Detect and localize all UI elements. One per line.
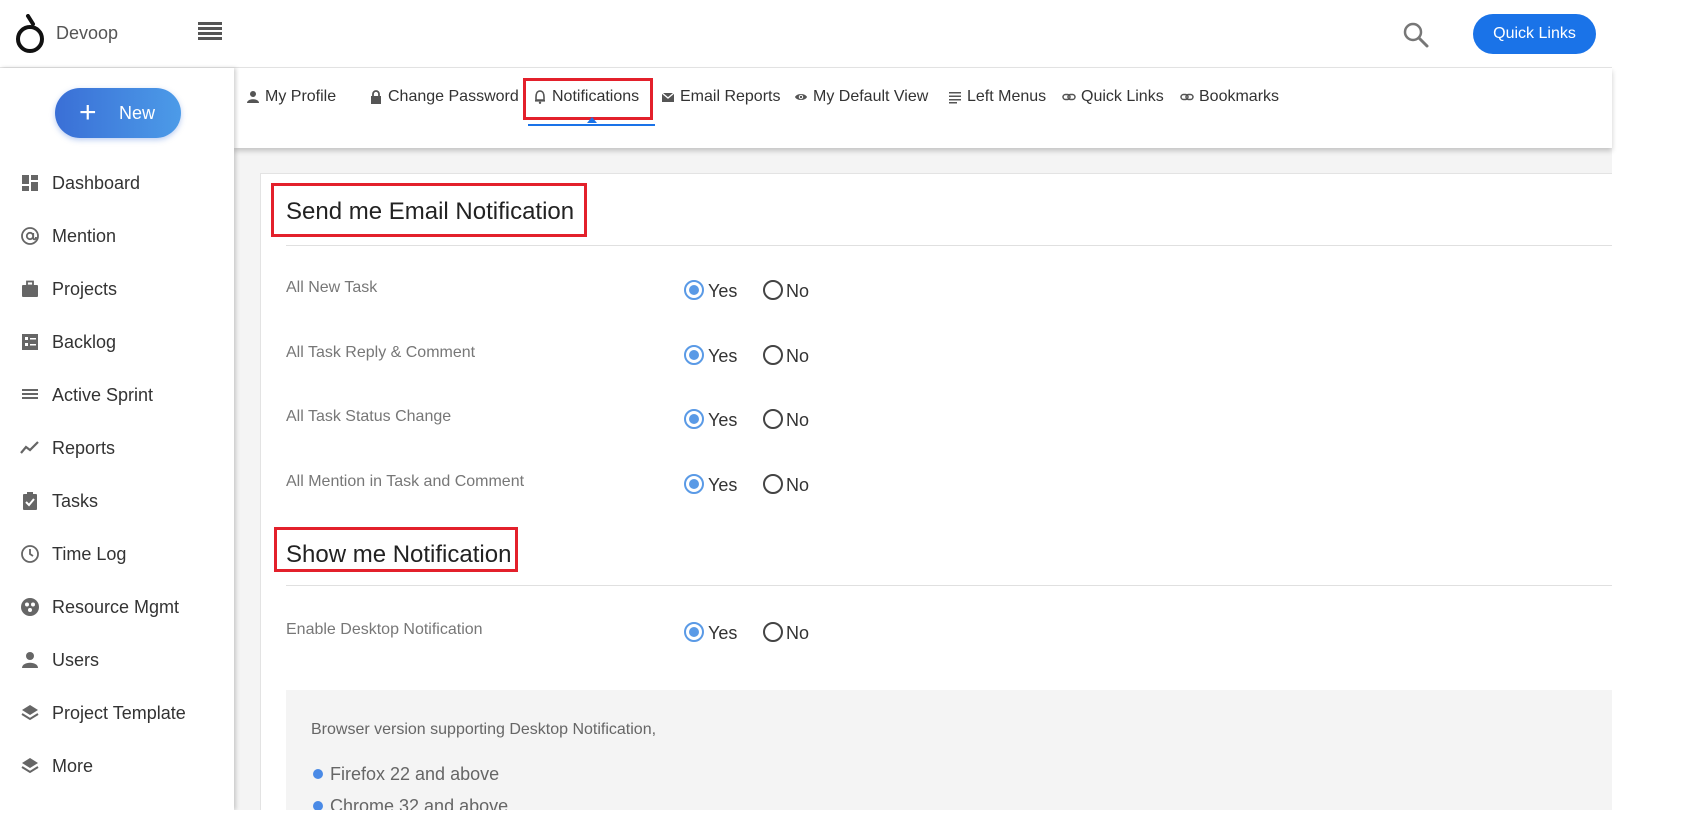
mail-icon [661,92,675,102]
sidebar-item-projects[interactable]: Projects [0,269,234,309]
tab-left-menus[interactable]: Left Menus [948,88,1046,112]
sidebar-item-resource-mgmt[interactable]: Resource Mgmt [0,587,234,627]
desktop-notification-no-radio[interactable] [763,622,783,642]
no-label: No [786,475,810,495]
tab-my-profile[interactable]: My Profile [246,88,336,112]
tab-my-default-view[interactable]: My Default View [794,88,928,112]
layers-icon [21,705,39,721]
lock-icon [371,90,381,104]
clipboard-check-icon [23,492,37,510]
sidebar-item-dashboard[interactable]: Dashboard [0,163,234,203]
dashboard-icon [22,175,38,191]
active-tab-caret-icon [587,117,597,123]
yes-label: Yes [708,346,738,366]
bullet-icon [313,769,323,779]
setting-label: All New Task [286,279,378,296]
yes-label: Yes [708,475,738,495]
tab-bookmarks[interactable]: Bookmarks [1180,88,1279,112]
yes-label: Yes [708,410,738,430]
link-icon [1180,93,1194,101]
no-label: No [786,623,810,643]
backlog-icon [22,334,38,350]
active-tab-highlight [523,78,653,120]
sidebar-item-project-template[interactable]: Project Template [0,693,234,733]
user-icon [22,652,38,668]
person-icon [247,91,259,103]
all-new-task-no-radio[interactable] [763,280,783,300]
tab-change-password[interactable]: Change Password [369,88,519,112]
setting-label: All Mention in Task and Comment [286,473,525,490]
at-icon [21,227,39,245]
clock-icon [21,545,39,563]
email-section-title: Send me Email Notification [286,198,575,225]
sidebar-item-reports[interactable]: Reports [0,428,234,468]
top-bar: Devoop Quick Links [0,0,1612,68]
settings-tab-bar: My Profile Change Password Notifications… [234,68,1612,148]
sprint-icon [22,389,38,399]
devoop-logo-icon [16,14,44,53]
layers-icon [21,758,39,774]
list-icon [949,92,961,104]
active-tab-underline [528,124,655,126]
search-icon[interactable] [1402,21,1430,49]
tab-email-reports[interactable]: Email Reports [661,88,780,112]
email-section-divider [286,245,1612,246]
no-label: No [786,346,810,366]
eye-icon [795,94,807,100]
quick-links-button[interactable]: Quick Links [1473,14,1596,54]
desktop-notification-yes-radio[interactable] [684,622,704,642]
browser-item: Firefox 22 and above [330,764,500,784]
show-section-divider [286,585,1612,586]
briefcase-icon [22,280,38,297]
new-button[interactable]: + New [55,88,181,138]
resource-icon [21,598,39,616]
task-status-change-no-radio[interactable] [763,409,783,429]
setting-label: Enable Desktop Notification [286,621,483,638]
task-reply-comment-yes-radio[interactable] [684,345,704,365]
app-root: Devoop Quick Links My Profile Change Pas… [0,0,1684,820]
sidebar-item-tasks[interactable]: Tasks [0,481,234,521]
yes-label: Yes [708,281,738,301]
app-name: Devoop [56,23,119,43]
sidebar-item-backlog[interactable]: Backlog [0,322,234,362]
sidebar-item-more[interactable]: More [0,746,234,786]
show-section-title: Show me Notification [286,541,512,568]
setting-label: All Task Reply & Comment [286,344,476,361]
plus-icon: + [79,96,97,129]
sidebar-item-time-log[interactable]: Time Log [0,534,234,574]
no-label: No [786,410,810,430]
sidebar-item-users[interactable]: Users [0,640,234,680]
menu-toggle-icon[interactable] [198,22,222,44]
mention-no-radio[interactable] [763,474,783,494]
mention-yes-radio[interactable] [684,474,704,494]
viewport-bottom-edge [0,810,1684,820]
browser-support-title: Browser version supporting Desktop Notif… [311,721,657,738]
sidebar-item-active-sprint[interactable]: Active Sprint [0,375,234,415]
trend-icon [20,441,39,454]
sidebar: + New Dashboard Mention Projects Backlog… [0,68,234,810]
link-icon [1062,93,1076,101]
task-status-change-yes-radio[interactable] [684,409,704,429]
yes-label: Yes [708,623,738,643]
no-label: No [786,281,810,301]
sidebar-item-mention[interactable]: Mention [0,216,234,256]
all-new-task-yes-radio[interactable] [684,280,704,300]
setting-label: All Task Status Change [286,408,452,425]
task-reply-comment-no-radio[interactable] [763,345,783,365]
tab-quick-links[interactable]: Quick Links [1062,88,1164,112]
